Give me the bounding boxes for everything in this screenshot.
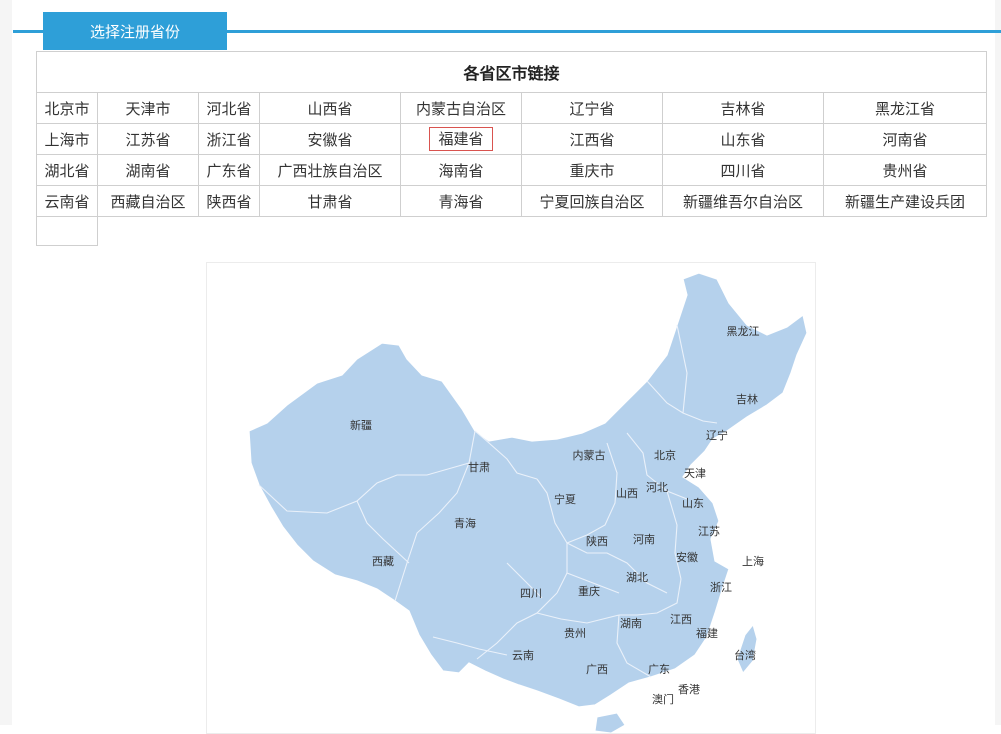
china-map-svg: 黑龙江 吉林 辽宁 新疆 内蒙古 北京 天津 甘肃 河北 宁夏 山西 山东 青海… [248, 272, 808, 733]
map-label-hubei[interactable]: 湖北 [626, 571, 648, 584]
province-link-shaanxi[interactable]: 陕西省 [206, 193, 251, 211]
map-label-xinjiang[interactable]: 新疆 [350, 418, 372, 432]
province-link-liaoning[interactable]: 辽宁省 [569, 100, 614, 118]
right-margin [995, 0, 1001, 725]
map-label-guizhou[interactable]: 贵州 [564, 627, 586, 640]
map-label-tianjin[interactable]: 天津 [684, 467, 706, 480]
province-link-xinjiang[interactable]: 新疆维吾尔自治区 [683, 193, 803, 211]
map-label-shandong[interactable]: 山东 [682, 497, 704, 510]
province-link-guangxi[interactable]: 广西壮族自治区 [277, 162, 382, 180]
province-link-ningxia[interactable]: 宁夏回族自治区 [539, 193, 644, 211]
province-link-guizhou[interactable]: 贵州省 [883, 162, 928, 180]
map-label-chongqing[interactable]: 重庆 [578, 584, 600, 598]
map-label-shanghai[interactable]: 上海 [742, 554, 764, 568]
province-link-bingtuan[interactable]: 新疆生产建设兵团 [845, 193, 965, 211]
map-label-hebei[interactable]: 河北 [646, 481, 668, 494]
province-link-sichuan[interactable]: 四川省 [720, 162, 765, 180]
map-label-ningxia[interactable]: 宁夏 [554, 492, 576, 506]
map-label-gansu[interactable]: 甘肃 [468, 461, 490, 474]
province-link-shanghai[interactable]: 上海市 [44, 131, 89, 149]
province-link-hubei[interactable]: 湖北省 [44, 162, 89, 180]
table-title: 各省区市链接 [35, 51, 988, 93]
province-link-anhui[interactable]: 安徽省 [307, 131, 352, 149]
map-label-guangdong[interactable]: 广东 [648, 663, 670, 676]
province-link-chongqing[interactable]: 重庆市 [569, 162, 614, 180]
province-link-heilongjiang[interactable]: 黑龙江省 [875, 100, 935, 118]
map-label-heilongjiang[interactable]: 黑龙江 [727, 325, 760, 338]
province-link-jiangsu[interactable]: 江苏省 [125, 131, 170, 149]
map-label-anhui[interactable]: 安徽 [676, 550, 698, 564]
table-row: 云南省 西藏自治区 陕西省 甘肃省 青海省 宁夏回族自治区 新疆维吾尔自治区 新… [36, 185, 988, 217]
province-link-gansu[interactable]: 甘肃省 [307, 193, 352, 211]
province-link-jilin[interactable]: 吉林省 [720, 100, 765, 118]
map-label-sichuan[interactable]: 四川 [520, 587, 542, 600]
province-link-zhejiang[interactable]: 浙江省 [206, 131, 251, 149]
map-label-neimenggu[interactable]: 内蒙古 [573, 448, 606, 462]
map-landmass [248, 272, 808, 733]
province-link-guangdong[interactable]: 广东省 [206, 162, 251, 180]
map-label-qinghai[interactable]: 青海 [454, 516, 476, 530]
table-row: 北京市 天津市 河北省 山西省 内蒙古自治区 辽宁省 吉林省 黑龙江省 [36, 92, 988, 124]
map-label-jiangsu[interactable]: 江苏 [698, 525, 720, 538]
map-label-yunnan[interactable]: 云南 [512, 649, 534, 662]
province-link-hebei[interactable]: 河北省 [206, 100, 251, 118]
province-link-neimenggu[interactable]: 内蒙古自治区 [416, 100, 506, 118]
province-link-beijing[interactable]: 北京市 [44, 100, 89, 118]
map-label-fujian[interactable]: 福建 [696, 626, 718, 640]
map-label-liaoning[interactable]: 辽宁 [706, 428, 728, 442]
map-label-hunan[interactable]: 湖南 [620, 617, 642, 630]
province-link-fujian[interactable]: 福建省 [429, 127, 493, 151]
map-label-zhejiang[interactable]: 浙江 [710, 581, 732, 594]
map-label-shaanxi[interactable]: 陕西 [586, 534, 608, 548]
left-margin [0, 0, 12, 725]
province-link-xizang[interactable]: 西藏自治区 [110, 193, 185, 211]
map-label-aomen[interactable]: 澳门 [652, 692, 674, 706]
province-link-tianjin[interactable]: 天津市 [125, 100, 170, 118]
map-label-taiwan[interactable]: 台湾 [734, 648, 756, 662]
hainan-shape [594, 712, 626, 733]
province-link-shanxi[interactable]: 山西省 [307, 100, 352, 118]
map-label-guangxi[interactable]: 广西 [586, 663, 608, 676]
province-link-jiangxi[interactable]: 江西省 [569, 131, 614, 149]
table-row: 湖北省 湖南省 广东省 广西壮族自治区 海南省 重庆市 四川省 贵州省 [36, 154, 988, 186]
map-label-henan[interactable]: 河南 [633, 533, 655, 546]
tab-select-province[interactable]: 选择注册省份 [43, 12, 227, 50]
map-label-xizang[interactable]: 西藏 [372, 555, 394, 568]
china-mainland-shape [248, 272, 808, 708]
empty-table-cell [36, 216, 98, 246]
map-label-jilin[interactable]: 吉林 [736, 392, 758, 406]
province-link-hunan[interactable]: 湖南省 [125, 162, 170, 180]
map-label-xianggang[interactable]: 香港 [678, 683, 700, 696]
province-link-yunnan[interactable]: 云南省 [44, 193, 89, 211]
map-label-shanxi[interactable]: 山西 [616, 487, 638, 500]
province-link-shandong[interactable]: 山东省 [720, 131, 765, 149]
province-table: 各省区市链接 北京市 天津市 河北省 山西省 内蒙古自治区 辽宁省 吉林省 黑龙… [35, 51, 988, 217]
province-link-hainan[interactable]: 海南省 [438, 162, 483, 180]
map-label-jiangxi[interactable]: 江西 [670, 613, 692, 626]
table-row: 上海市 江苏省 浙江省 安徽省 福建省 江西省 山东省 河南省 [36, 123, 988, 155]
province-link-qinghai[interactable]: 青海省 [438, 193, 483, 211]
province-link-henan[interactable]: 河南省 [883, 131, 928, 149]
china-map[interactable]: 黑龙江 吉林 辽宁 新疆 内蒙古 北京 天津 甘肃 河北 宁夏 山西 山东 青海… [206, 262, 816, 734]
map-label-beijing[interactable]: 北京 [654, 448, 676, 462]
